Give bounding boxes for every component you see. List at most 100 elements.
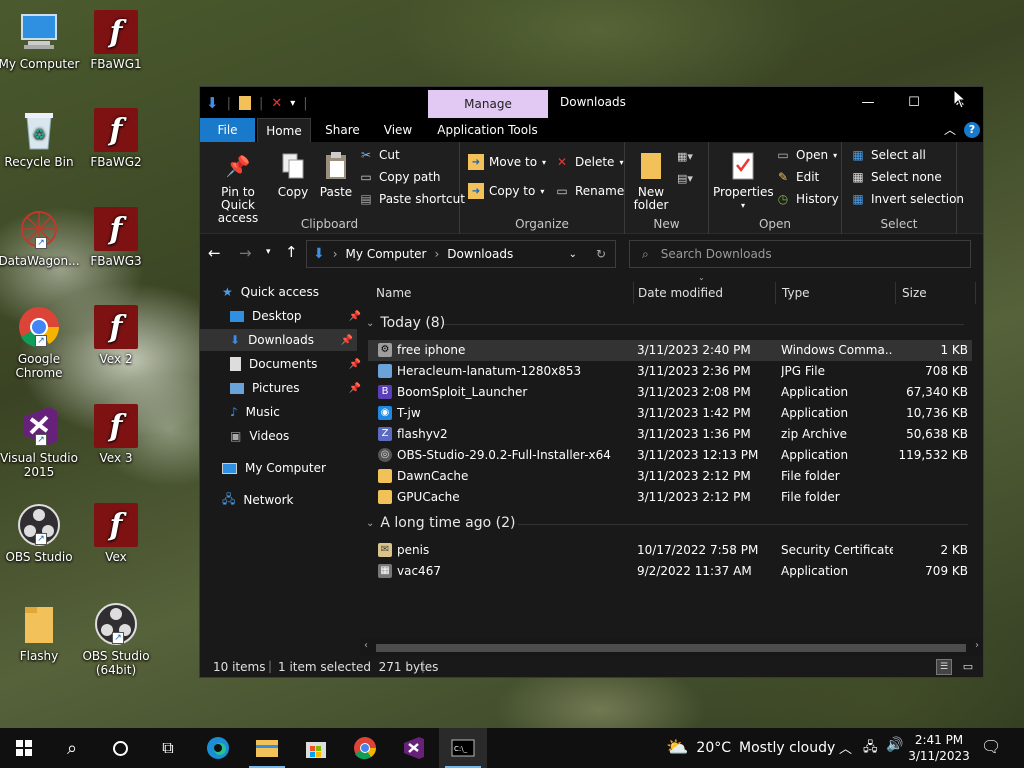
network-icon[interactable]: 🖧 bbox=[863, 738, 878, 760]
column-header-date[interactable]: Date modified bbox=[634, 282, 776, 304]
tab-file[interactable]: File bbox=[200, 118, 255, 142]
desktop-icon-google-chrome[interactable]: ↗ Google Chrome bbox=[0, 305, 81, 380]
desktop-icon-fbawg2[interactable]: f FBaWG2 bbox=[74, 108, 158, 169]
scroll-left-icon[interactable]: ‹ bbox=[364, 640, 368, 651]
new-folder-button[interactable]: New folder bbox=[629, 150, 673, 212]
desktop-icon-obs-studio-64[interactable]: ↗ OBS Studio (64bit) bbox=[74, 602, 158, 677]
search-button[interactable]: ⌕ bbox=[48, 728, 96, 768]
desktop-icon-recycle-bin[interactable]: ♻ Recycle Bin bbox=[0, 108, 81, 169]
desktop-icon-visual-studio[interactable]: ↗ Visual Studio 2015 bbox=[0, 404, 81, 479]
cortana-button[interactable] bbox=[96, 728, 144, 768]
paste-button[interactable]: Paste bbox=[316, 150, 356, 199]
task-view-button[interactable]: ⧉ bbox=[144, 728, 192, 768]
customize-toolbar-icon[interactable]: ▾ bbox=[290, 98, 295, 109]
start-button[interactable] bbox=[0, 728, 48, 768]
file-row[interactable]: ▦ vac467 9/2/2022 11:37 AM Application 7… bbox=[368, 561, 972, 582]
nav-music[interactable]: ♪ Music bbox=[230, 401, 365, 423]
column-header-name[interactable]: Name bbox=[360, 282, 634, 304]
tab-home[interactable]: Home bbox=[257, 118, 311, 142]
nav-my-computer[interactable]: My Computer bbox=[222, 457, 357, 479]
paste-shortcut-button[interactable]: ▤ Paste shortcut bbox=[358, 191, 465, 207]
file-row[interactable]: Heracleum-lanatum-1280x853 3/11/2023 2:3… bbox=[368, 361, 972, 382]
refresh-icon[interactable]: ↻ bbox=[596, 247, 606, 261]
maximize-button[interactable]: ☐ bbox=[891, 87, 937, 118]
file-row[interactable]: ◉ T-jw 3/11/2023 1:42 PM Application 10,… bbox=[368, 403, 972, 424]
select-all-button[interactable]: ▦ Select all bbox=[850, 147, 926, 163]
taskbar-chrome[interactable] bbox=[341, 728, 389, 768]
breadcrumb-downloads[interactable]: Downloads bbox=[447, 247, 513, 261]
history-button[interactable]: ◷ History bbox=[775, 191, 839, 207]
copy-path-button[interactable]: ▭ Copy path bbox=[358, 169, 440, 185]
desktop-icon-obs-studio[interactable]: ↗ OBS Studio bbox=[0, 503, 81, 564]
file-row[interactable]: ⚙ free iphone 3/11/2023 2:40 PM Windows … bbox=[368, 340, 972, 361]
taskbar-file-explorer[interactable] bbox=[243, 728, 291, 768]
invert-selection-button[interactable]: ▦ Invert selection bbox=[850, 191, 964, 207]
delete-icon[interactable]: ✕ bbox=[271, 96, 282, 111]
horizontal-scrollbar[interactable]: ‹ › bbox=[360, 639, 983, 656]
select-none-button[interactable]: ▦ Select none bbox=[850, 169, 941, 185]
new-item-icon[interactable]: ▦▾ bbox=[677, 150, 693, 163]
open-button[interactable]: ▭ Open ▾ bbox=[775, 147, 837, 163]
desktop-icon-datawagon[interactable]: ↗ DataWagon... bbox=[0, 207, 81, 268]
forward-button[interactable]: → bbox=[239, 244, 252, 262]
scrollbar-thumb[interactable] bbox=[376, 644, 966, 652]
move-to-button[interactable]: ➜ Move to ▾ bbox=[468, 154, 546, 170]
tab-manage[interactable]: Manage bbox=[428, 90, 548, 118]
nav-quick-access[interactable]: ★ Quick access bbox=[222, 281, 357, 303]
address-bar[interactable]: ⬇ › My Computer › Downloads ⌄ ↻ bbox=[306, 240, 616, 268]
copy-button[interactable]: Copy bbox=[274, 150, 312, 199]
copy-to-button[interactable]: ➜ Copy to ▾ bbox=[468, 183, 544, 199]
back-button[interactable]: ← bbox=[208, 244, 221, 262]
nav-videos[interactable]: ▣ Videos bbox=[230, 425, 365, 447]
desktop-icon-my-computer[interactable]: My Computer bbox=[0, 10, 81, 71]
help-icon[interactable]: ? bbox=[964, 122, 980, 138]
minimize-button[interactable]: — bbox=[845, 87, 891, 118]
taskbar-edge[interactable] bbox=[194, 728, 242, 768]
desktop-icon-vex-2[interactable]: f Vex 2 bbox=[74, 305, 158, 366]
title-bar[interactable]: ⬇ | | ✕ ▾ | Manage Downloads — ☐ ✕ bbox=[200, 87, 983, 118]
desktop-icon-fbawg3[interactable]: f FBaWG3 bbox=[74, 207, 158, 268]
column-header-type[interactable]: Type bbox=[776, 282, 896, 304]
edit-button[interactable]: ✎ Edit bbox=[775, 169, 819, 185]
clock[interactable]: 2:41 PM 3/11/2023 bbox=[905, 732, 973, 764]
nav-desktop[interactable]: Desktop 📌 bbox=[230, 305, 365, 327]
scroll-right-icon[interactable]: › bbox=[975, 640, 979, 651]
nav-downloads[interactable]: ⬇ Downloads 📌 bbox=[200, 329, 357, 351]
weather-widget[interactable]: ⛅ 20°C Mostly cloudy bbox=[666, 737, 835, 758]
file-row[interactable]: B BoomSploit_Launcher 3/11/2023 2:08 PM … bbox=[368, 382, 972, 403]
file-row[interactable]: DawnCache 3/11/2023 2:12 PM File folder bbox=[368, 466, 972, 487]
taskbar-command-prompt[interactable]: C:\_ bbox=[439, 728, 487, 768]
delete-button[interactable]: ✕ Delete ▾ bbox=[554, 154, 623, 170]
nav-network[interactable]: 🖧 Network bbox=[222, 489, 357, 511]
cut-button[interactable]: ✂ Cut bbox=[358, 147, 400, 163]
show-hidden-icons-button[interactable]: ︿ bbox=[839, 738, 852, 757]
notifications-icon[interactable]: 🗨 bbox=[981, 737, 1001, 756]
properties-button[interactable]: Properties ▾ bbox=[713, 150, 774, 212]
tab-share[interactable]: Share bbox=[315, 118, 370, 142]
large-icons-view-button[interactable]: ▭ bbox=[960, 659, 976, 675]
tab-view[interactable]: View bbox=[372, 118, 424, 142]
volume-icon[interactable]: 🔊 bbox=[886, 737, 903, 753]
group-header-long-time-ago[interactable]: ⌄ A long time ago (2) bbox=[366, 515, 968, 531]
desktop-icon-fbawg1[interactable]: f FBaWG1 bbox=[74, 10, 158, 71]
collapse-ribbon-icon[interactable]: ︿ bbox=[944, 121, 956, 138]
details-view-button[interactable]: ☰ bbox=[936, 659, 952, 675]
tab-application-tools[interactable]: Application Tools bbox=[430, 118, 545, 142]
rename-button[interactable]: ▭ Rename bbox=[554, 183, 624, 199]
taskbar-store[interactable] bbox=[292, 728, 340, 768]
desktop-icon-flashy[interactable]: Flashy bbox=[0, 602, 81, 663]
file-row[interactable]: ✉ penis 10/17/2022 7:58 PM Security Cert… bbox=[368, 540, 972, 561]
search-box[interactable]: ⌕ Search Downloads bbox=[629, 240, 971, 268]
file-row[interactable]: Z flashyv2 3/11/2023 1:36 PM zip Archive… bbox=[368, 424, 972, 445]
easy-access-icon[interactable]: ▤▾ bbox=[677, 172, 693, 185]
up-button[interactable]: ↑ bbox=[285, 243, 298, 261]
group-header-today[interactable]: ⌄ Today (8) bbox=[366, 315, 964, 331]
nav-pictures[interactable]: Pictures 📌 bbox=[230, 377, 365, 399]
column-header-size[interactable]: Size bbox=[896, 282, 976, 304]
address-dropdown-icon[interactable]: ⌄ bbox=[569, 249, 577, 260]
taskbar-visual-studio[interactable] bbox=[390, 728, 438, 768]
nav-documents[interactable]: Documents 📌 bbox=[230, 353, 365, 375]
desktop-icon-vex-3[interactable]: f Vex 3 bbox=[74, 404, 158, 465]
desktop-icon-vex[interactable]: f Vex bbox=[74, 503, 158, 564]
file-row[interactable]: ◎ OBS-Studio-29.0.2-Full-Installer-x64 3… bbox=[368, 445, 972, 466]
